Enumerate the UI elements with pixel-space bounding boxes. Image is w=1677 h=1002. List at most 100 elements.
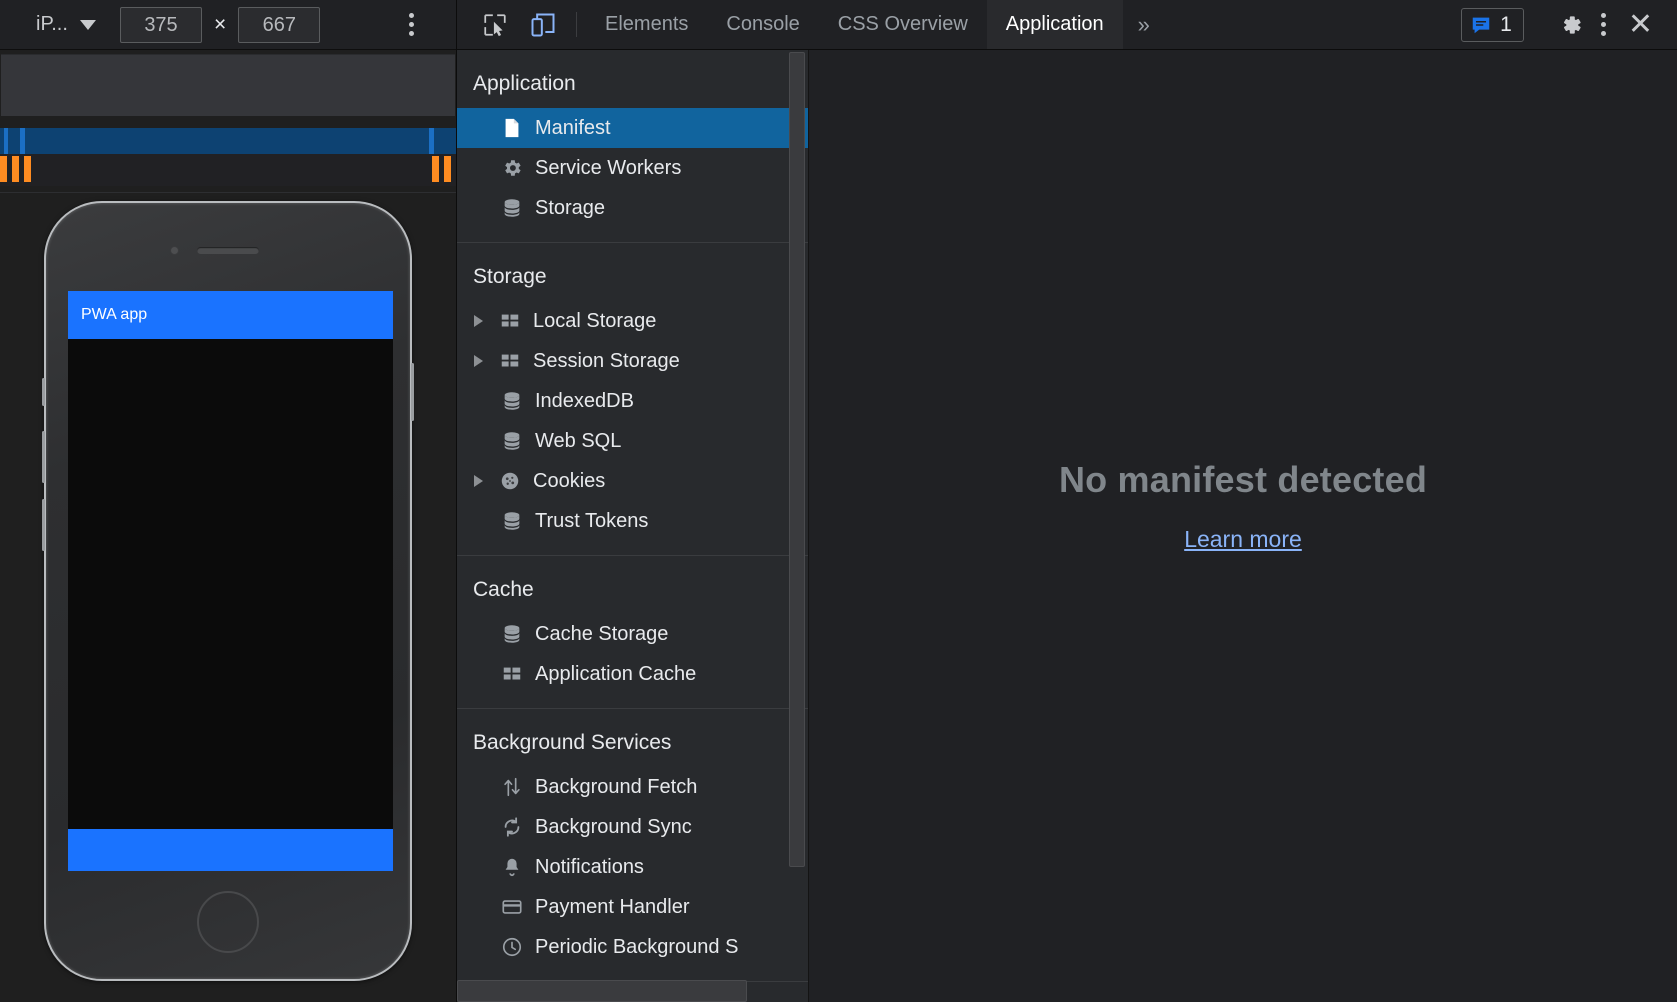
sync-icon <box>500 816 524 838</box>
sidebar-item-notifications[interactable]: Notifications <box>457 847 808 887</box>
timeline-blue-track <box>0 128 456 154</box>
devtools-tabbar: Elements Console CSS Overview Applicatio… <box>457 0 1677 50</box>
tab-application[interactable]: Application <box>986 0 1123 49</box>
sidebar-item-label: Periodic Background S <box>535 935 739 958</box>
timeline-marker <box>24 156 31 182</box>
pwa-app-footer <box>68 829 393 871</box>
credit-card-icon <box>500 896 524 918</box>
sidebar-item-service-workers[interactable]: Service Workers <box>457 148 808 188</box>
timeline-marker <box>4 128 8 154</box>
sidebar-section-cache: Cache Cache Storage Application Cache <box>457 556 808 709</box>
device-select[interactable]: iP... <box>30 10 116 39</box>
gear-icon[interactable] <box>1547 0 1595 49</box>
expand-triangle-icon[interactable] <box>474 315 487 327</box>
sidebar-item-label: Background Sync <box>535 815 692 838</box>
timeline-marker <box>429 128 434 154</box>
sidebar-item-trust-tokens[interactable]: Trust Tokens <box>457 501 808 541</box>
arrows-up-down-icon <box>500 776 524 798</box>
inspect-cursor-icon[interactable] <box>471 0 519 49</box>
emulated-page-screen[interactable]: PWA app <box>68 291 393 871</box>
phone-volume-down-button <box>42 499 45 551</box>
sidebar-item-background-fetch[interactable]: Background Fetch <box>457 767 808 807</box>
pwa-app-body <box>68 339 393 829</box>
application-sidebar: Application Manifest Service Workers Sto… <box>457 50 809 1002</box>
sidebar-item-label: Cache Storage <box>535 622 669 645</box>
sidebar-item-periodic-background-sync[interactable]: Periodic Background S <box>457 927 808 967</box>
phone-volume-up-button <box>42 431 45 483</box>
sidebar-vertical-scrollbar[interactable] <box>789 52 805 867</box>
sidebar-item-application-cache[interactable]: Application Cache <box>457 654 808 694</box>
sidebar-item-label: IndexedDB <box>535 389 634 412</box>
phone-frame: PWA app <box>42 201 414 981</box>
sidebar-section-background-services: Background Services Background Fetch Bac… <box>457 709 808 982</box>
sidebar-section-title: Storage <box>473 265 547 288</box>
expand-triangle-icon[interactable] <box>474 355 487 367</box>
bell-icon <box>500 856 524 878</box>
message-count-badge[interactable]: 1 <box>1461 7 1524 42</box>
sidebar-section-title: Cache <box>473 578 534 601</box>
gear-icon <box>500 157 524 179</box>
emulation-timeline-strip <box>0 50 456 192</box>
devtools-more-options-kebab-menu-icon[interactable] <box>1595 7 1612 42</box>
close-icon[interactable]: ✕ <box>1616 9 1665 40</box>
table-icon <box>500 663 524 685</box>
sidebar-item-local-storage[interactable]: Local Storage <box>457 301 808 341</box>
manifest-panel: No manifest detected Learn more <box>809 50 1677 1002</box>
sidebar-item-label: Local Storage <box>533 309 657 332</box>
sidebar-horizontal-scrollbar[interactable] <box>457 980 747 1002</box>
tab-elements[interactable]: Elements <box>586 0 707 49</box>
sidebar-item-label: Service Workers <box>535 156 682 179</box>
viewport-height-input[interactable]: 667 <box>238 6 321 43</box>
sidebar-item-label: Background Fetch <box>535 775 698 798</box>
phone-power-button <box>411 363 414 421</box>
sidebar-item-session-storage[interactable]: Session Storage <box>457 341 808 381</box>
expand-triangle-icon[interactable] <box>474 475 487 487</box>
device-toolbar-icon[interactable] <box>519 0 567 49</box>
sidebar-item-label: Session Storage <box>533 349 680 372</box>
device-options-kebab-menu-icon[interactable] <box>403 7 420 42</box>
timeline-ruler <box>1 54 455 116</box>
sidebar-item-background-sync[interactable]: Background Sync <box>457 807 808 847</box>
document-icon <box>500 117 524 139</box>
timeline-gap <box>0 116 456 128</box>
timeline-marker <box>0 156 7 182</box>
empty-state-title: No manifest detected <box>1058 459 1428 500</box>
phone-silent-switch <box>42 378 45 406</box>
sidebar-section-title: Application <box>473 72 576 95</box>
sidebar-item-label: Cookies <box>533 469 606 492</box>
database-icon <box>500 197 524 219</box>
sidebar-item-web-sql[interactable]: Web SQL <box>457 421 808 461</box>
viewport-width-input[interactable]: 375 <box>120 6 202 43</box>
table-icon <box>498 310 522 332</box>
toolbar-right-group: 1 ✕ <box>1461 0 1677 49</box>
tab-css-overview[interactable]: CSS Overview <box>819 0 987 49</box>
sidebar-item-label: Notifications <box>535 855 644 878</box>
learn-more-link[interactable]: Learn more <box>1184 526 1302 553</box>
sidebar-item-label: Storage <box>535 196 606 219</box>
database-icon <box>500 430 524 452</box>
sidebar-item-indexeddb[interactable]: IndexedDB <box>457 381 808 421</box>
device-select-label: iP... <box>36 13 68 35</box>
timeline-marker <box>444 156 451 182</box>
phone-camera-icon <box>170 246 179 255</box>
timeline-marker <box>12 156 19 182</box>
device-emulation-toolbar: iP... 375 × 667 <box>0 0 456 50</box>
database-icon <box>500 390 524 412</box>
sidebar-section-application: Application Manifest Service Workers Sto… <box>457 50 808 243</box>
cookie-icon <box>498 470 522 492</box>
sidebar-item-label: Application Cache <box>535 662 697 685</box>
sidebar-item-storage[interactable]: Storage <box>457 188 808 228</box>
dimension-separator: × <box>214 12 227 36</box>
table-icon <box>498 350 522 372</box>
more-tabs-button[interactable]: » <box>1123 0 1165 49</box>
sidebar-item-manifest[interactable]: Manifest <box>457 108 808 148</box>
toolbar-divider <box>576 12 577 37</box>
tab-console[interactable]: Console <box>707 0 818 49</box>
sidebar-item-payment-handler[interactable]: Payment Handler <box>457 887 808 927</box>
timeline-marker <box>432 156 439 182</box>
timeline-marker <box>20 128 25 154</box>
message-count: 1 <box>1500 12 1512 36</box>
device-emulation-pane: iP... 375 × 667 PWA app <box>0 0 456 1002</box>
sidebar-item-cookies[interactable]: Cookies <box>457 461 808 501</box>
sidebar-item-cache-storage[interactable]: Cache Storage <box>457 614 808 654</box>
